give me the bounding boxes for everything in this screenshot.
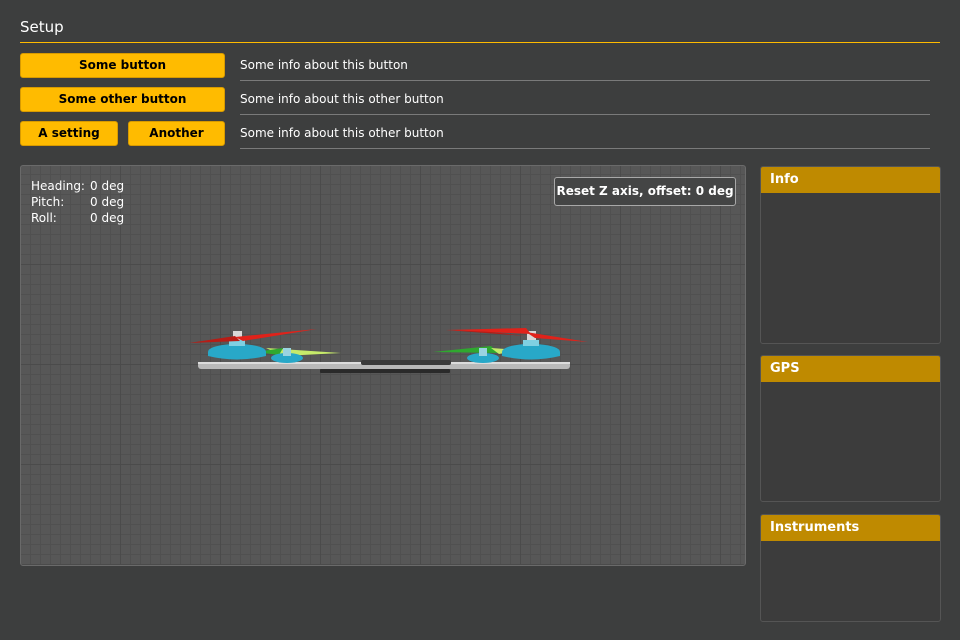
propeller-front-left-blade-b <box>235 329 317 341</box>
page-title: Setup <box>20 18 940 43</box>
motor-front-left <box>208 344 266 360</box>
some-button[interactable]: Some button <box>20 53 225 78</box>
instruments-panel-title: Instruments <box>761 515 940 541</box>
control-row-2: Some other button Some info about this o… <box>20 87 930 115</box>
some-button-info: Some info about this button <box>240 53 930 81</box>
motor-rear-left-cap <box>283 348 291 356</box>
propeller-rear-right-blade-a <box>433 346 499 353</box>
a-setting-button[interactable]: A setting <box>20 121 118 146</box>
center-stack <box>361 360 451 365</box>
control-row-3: A setting Another Some info about this o… <box>20 121 930 149</box>
motor-rear-right-cap <box>479 348 487 356</box>
gps-panel-title: GPS <box>761 356 940 382</box>
control-row-1: Some button Some info about this button <box>20 53 930 81</box>
model-viewport[interactable]: Heading: 0 deg Pitch: 0 deg Roll: 0 deg … <box>20 165 746 566</box>
motor-front-right-bell <box>523 340 539 346</box>
quadcopter-model <box>189 328 588 373</box>
info-panel-title: Info <box>761 167 940 193</box>
instruments-panel: Instruments <box>760 514 941 622</box>
info-panel: Info <box>760 166 941 344</box>
some-other-button[interactable]: Some other button <box>20 87 225 112</box>
setting-buttons-info: Some info about this other button <box>240 121 930 149</box>
lower-frame-plate <box>320 369 450 373</box>
motor-front-right <box>502 344 560 360</box>
gps-panel: GPS <box>760 355 941 502</box>
setup-page: Setup Some button Some info about this b… <box>0 0 960 640</box>
some-other-button-info: Some info about this other button <box>240 87 930 115</box>
another-button[interactable]: Another <box>128 121 225 146</box>
